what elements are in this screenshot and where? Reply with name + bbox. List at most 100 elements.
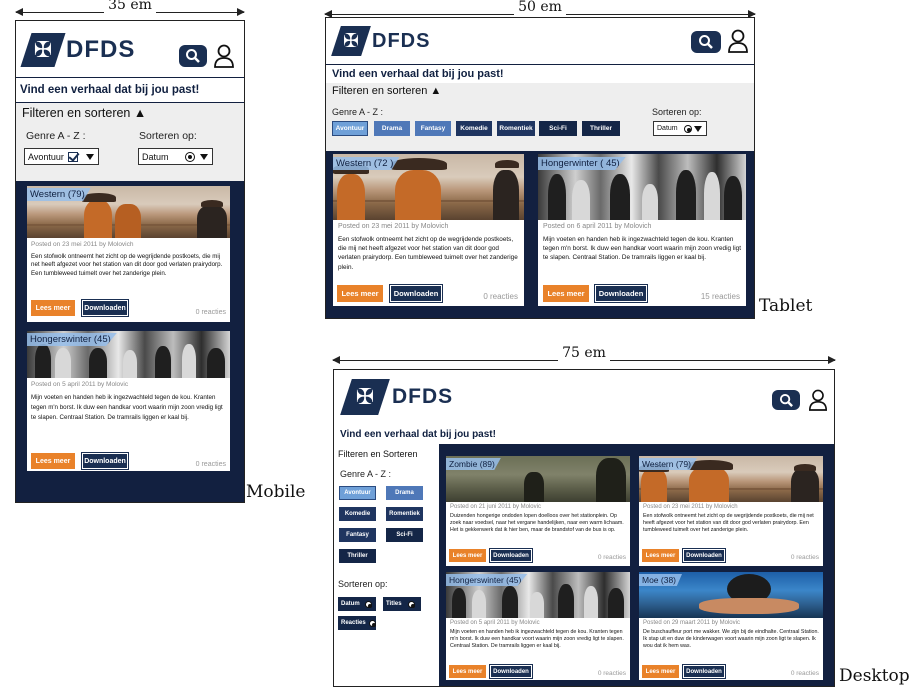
genre-button[interactable]: Drama: [374, 121, 410, 136]
post-card-hongerwinter: Hongerwinter ( 45) Posted on 6 april 201…: [538, 154, 746, 306]
genre-button[interactable]: Fantasy: [339, 528, 376, 542]
logo-mark: ✠: [20, 33, 66, 67]
hongerwinter-image[interactable]: Hongerswinter (45): [446, 572, 630, 618]
logo[interactable]: ✠ DFDS: [340, 379, 454, 415]
genre-button[interactable]: Avontuur: [332, 121, 368, 136]
post-card-western: Western (79) Posted on 23 mei 2011 by Mo…: [27, 186, 230, 322]
chevron-down-icon: [694, 125, 702, 132]
download-button[interactable]: Downloaden: [489, 548, 533, 563]
sort-label: Sorteren op:: [338, 579, 388, 589]
search-icon: [186, 49, 200, 63]
sort-select[interactable]: Datum: [138, 148, 213, 165]
logo[interactable]: ✠ DFDS: [331, 26, 430, 56]
logo-mark: ✠: [340, 379, 390, 415]
sort-option[interactable]: Reacties: [338, 616, 376, 630]
western-image[interactable]: Western (72 ): [333, 154, 524, 220]
genre-button[interactable]: Romentiek: [497, 121, 535, 136]
category-badge[interactable]: Hongerswinter (45): [446, 574, 528, 586]
reaction-count[interactable]: 0 reacties: [791, 670, 819, 677]
hongerwinter-image[interactable]: Hongerswinter (45): [27, 331, 230, 378]
logo[interactable]: ✠ DFDS: [20, 33, 136, 67]
sort-option[interactable]: Titles: [383, 597, 421, 611]
read-more-button[interactable]: Lees meer: [449, 665, 486, 678]
read-more-button[interactable]: Lees meer: [642, 549, 679, 562]
logo-text: DFDS: [66, 36, 136, 63]
post-card-zombie: Zombie (89) Posted on 21 juni 2011 by Mo…: [446, 456, 630, 566]
genre-button[interactable]: Drama: [386, 486, 423, 500]
search-button[interactable]: [179, 45, 207, 67]
download-button[interactable]: Downloaden: [81, 452, 129, 470]
search-icon: [779, 393, 793, 407]
hongerwinter-image[interactable]: Hongerwinter ( 45): [538, 154, 746, 220]
search-button[interactable]: [691, 31, 721, 53]
reaction-count[interactable]: 0 reacties: [483, 292, 518, 301]
reaction-count[interactable]: 15 reacties: [701, 292, 740, 301]
read-more-button[interactable]: Lees meer: [543, 285, 589, 302]
category-badge[interactable]: Hongerwinter ( 45): [538, 157, 626, 170]
download-button[interactable]: Downloaden: [389, 284, 443, 303]
logo-cross-icon: ✠: [355, 384, 375, 410]
filter-toggle[interactable]: Filteren en sorteren ▲: [22, 106, 146, 120]
post-excerpt: Duizenden hongerige ondoden lopen doello…: [450, 513, 624, 533]
filter-panel: Filteren en sorteren ▲ Genre A - Z : Sor…: [326, 83, 754, 151]
moe-image[interactable]: Moe (38): [639, 572, 823, 618]
download-button[interactable]: Downloaden: [81, 299, 129, 317]
category-badge[interactable]: Western (79): [27, 188, 91, 201]
genre-button[interactable]: Fantasy: [415, 121, 451, 136]
search-button[interactable]: [772, 390, 800, 410]
reaction-count[interactable]: 0 reacties: [598, 670, 626, 677]
read-more-button[interactable]: Lees meer: [31, 453, 75, 469]
logo-text: DFDS: [392, 385, 454, 408]
sort-option[interactable]: Datum: [338, 597, 376, 611]
genre-select[interactable]: Avontuur: [24, 148, 99, 165]
download-button[interactable]: Downloaden: [594, 284, 648, 303]
category-badge[interactable]: Zombie (89): [446, 458, 501, 470]
sort-select[interactable]: Datum: [653, 121, 707, 136]
download-button[interactable]: Downloaden: [682, 664, 726, 679]
user-icon[interactable]: [808, 389, 828, 411]
download-button[interactable]: Downloaden: [682, 548, 726, 563]
read-more-button[interactable]: Lees meer: [449, 549, 486, 562]
genre-button[interactable]: Sci-Fi: [386, 528, 423, 542]
radio-icon: [184, 151, 195, 162]
category-badge[interactable]: Moe (38): [639, 574, 683, 586]
reaction-count[interactable]: 0 reacties: [196, 309, 226, 316]
filter-panel: Filteren en sorteren ▲ Genre A - Z : Sor…: [16, 103, 244, 181]
user-icon[interactable]: [727, 29, 749, 53]
mobile-width-label: 35 em: [104, 0, 156, 13]
category-badge[interactable]: Hongerswinter (45): [27, 333, 117, 346]
zombie-image[interactable]: Zombie (89): [446, 456, 630, 502]
header: ✠ DFDS: [16, 21, 244, 77]
sort-label: Sorteren op:: [139, 130, 197, 142]
desktop-label: Desktop: [839, 666, 910, 686]
header: ✠ DFDS: [334, 370, 834, 426]
genre-button[interactable]: Romentiek: [386, 507, 423, 521]
category-badge[interactable]: Western (72 ): [333, 157, 400, 170]
reaction-count[interactable]: 0 reacties: [196, 461, 226, 468]
filter-toggle[interactable]: Filteren en sorteren ▲: [332, 85, 441, 97]
user-icon[interactable]: [213, 44, 235, 68]
genre-button[interactable]: Komedie: [339, 507, 376, 521]
genre-button[interactable]: Thriller: [582, 121, 620, 136]
read-more-button[interactable]: Lees meer: [642, 665, 679, 678]
radio-icon: [683, 124, 692, 133]
genre-button[interactable]: Sci-Fi: [539, 121, 577, 136]
read-more-button[interactable]: Lees meer: [31, 300, 75, 316]
genre-button[interactable]: Thriller: [339, 549, 376, 563]
logo-mark: ✠: [331, 26, 371, 56]
western-image[interactable]: Western (79): [27, 186, 230, 238]
post-meta: Posted on 6 april 2011 by Molovich: [543, 223, 652, 230]
filter-sidebar: Filteren en Sorteren Genre A - Z : Avont…: [334, 444, 439, 686]
genre-button[interactable]: Avontuur: [339, 486, 376, 500]
reaction-count[interactable]: 0 reacties: [598, 554, 626, 561]
tagline: Vind een verhaal dat bij jou past!: [334, 426, 834, 444]
reaction-count[interactable]: 0 reacties: [791, 554, 819, 561]
genre-button[interactable]: Komedie: [456, 121, 492, 136]
category-badge[interactable]: Western (79): [639, 458, 697, 470]
sort-option-label: Datum: [341, 601, 360, 607]
read-more-button[interactable]: Lees meer: [337, 285, 383, 302]
western-image[interactable]: Western (79): [639, 456, 823, 502]
download-button[interactable]: Downloaden: [489, 664, 533, 679]
genre-label: Genre A - Z :: [26, 130, 86, 142]
post-meta: Posted on 23 mei 2011 by Molovich: [338, 223, 449, 230]
